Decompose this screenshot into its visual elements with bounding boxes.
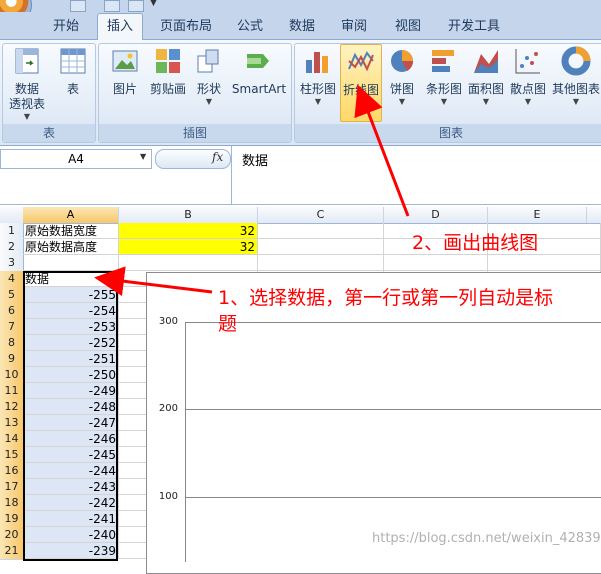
annotation-step1-cont: 题 [218, 313, 238, 335]
arrow-to-line-chart [354, 84, 410, 217]
annotation-step2: 2、画出曲线图 [412, 232, 539, 254]
annotation-arrows [94, 84, 410, 297]
arrow-to-data [94, 266, 213, 297]
annotation-step1: 1、选择数据，第一行或第一列自动是标 [218, 287, 554, 309]
watermark: https://blog.csdn.net/weixin_42839558 [372, 531, 601, 546]
